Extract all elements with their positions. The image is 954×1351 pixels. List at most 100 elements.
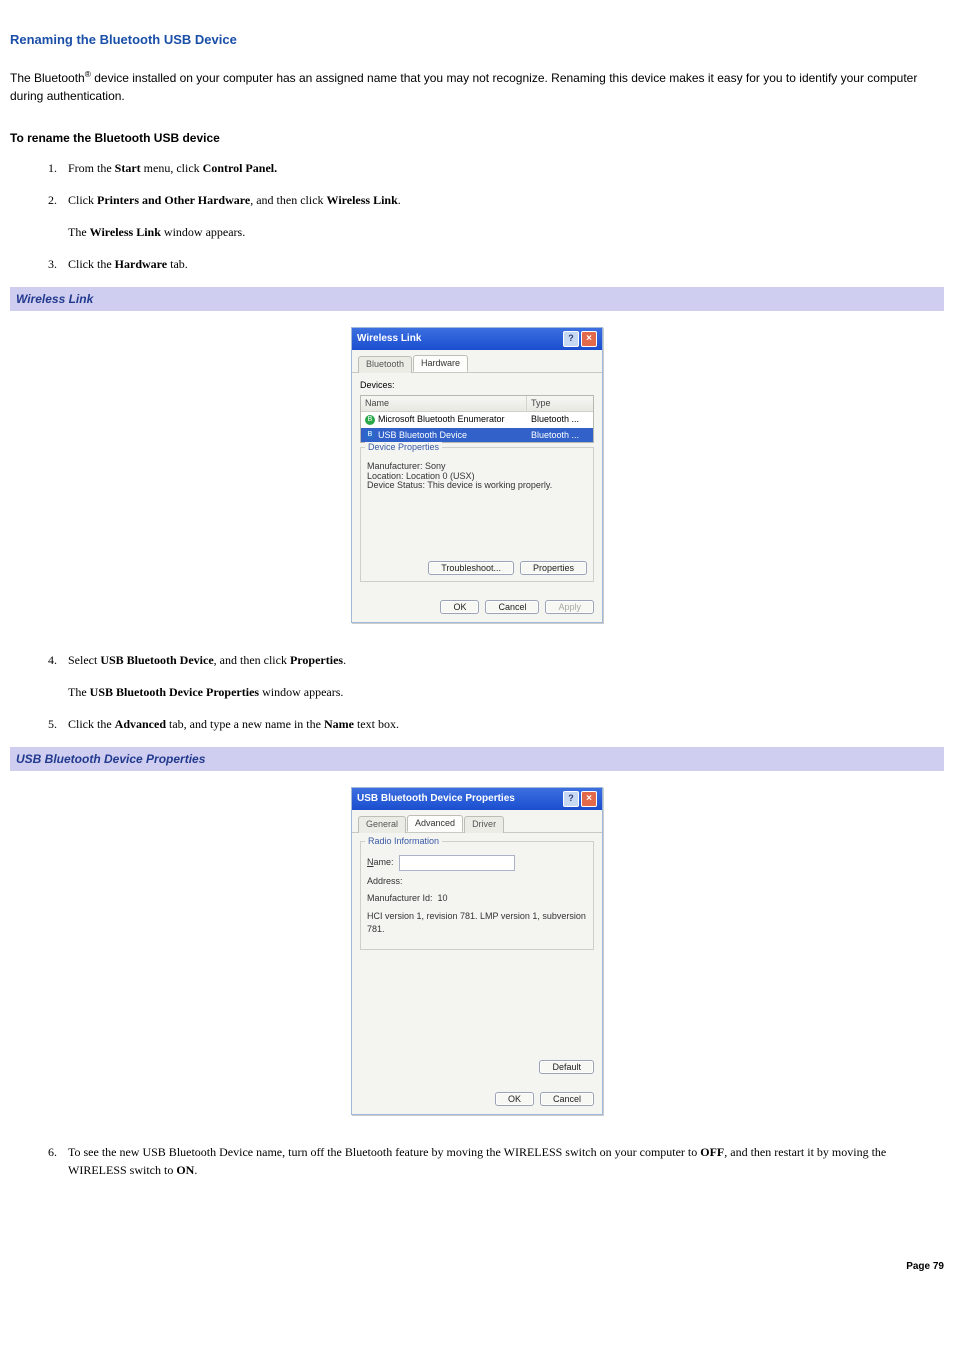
tab-driver[interactable]: Driver: [464, 816, 504, 834]
t: window appears.: [161, 225, 245, 239]
close-button[interactable]: ×: [581, 791, 597, 807]
t: window appears.: [259, 685, 343, 699]
dialog-title: Wireless Link: [357, 331, 421, 346]
t: Wireless Link: [327, 193, 398, 207]
t: Printers and Other Hardware: [97, 193, 250, 207]
step-4: Select USB Bluetooth Device, and then cl…: [60, 651, 944, 701]
bluetooth-icon: B: [365, 415, 375, 425]
cancel-button[interactable]: Cancel: [485, 600, 539, 614]
properties-button[interactable]: Properties: [520, 561, 587, 575]
t: Select: [68, 653, 100, 667]
row-name: Microsoft Bluetooth Enumerator: [378, 413, 528, 427]
usb-bt-properties-dialog: USB Bluetooth Device Properties ? × Gene…: [351, 787, 603, 1115]
step-4-sub: The USB Bluetooth Device Properties wind…: [68, 683, 944, 701]
t: , and then click: [250, 193, 326, 207]
t: text box.: [354, 717, 399, 731]
t: USB Bluetooth Device Properties: [90, 685, 259, 699]
group-legend: Device Properties: [365, 442, 442, 452]
intro-text-b: device installed on your computer has an…: [10, 71, 917, 103]
t: USB Bluetooth Device: [100, 653, 213, 667]
t: The: [68, 225, 90, 239]
manufacturer-id-label: Manufacturer Id:: [367, 892, 433, 906]
t: Hardware: [115, 257, 167, 271]
tab-advanced[interactable]: Advanced: [407, 815, 463, 833]
wireless-link-dialog: Wireless Link ? × Bluetooth Hardware Dev…: [351, 327, 603, 623]
name-input[interactable]: [399, 855, 515, 871]
step-1: From the Start menu, click Control Panel…: [60, 159, 944, 177]
troubleshoot-button[interactable]: Troubleshoot...: [428, 561, 514, 575]
step-6: To see the new USB Bluetooth Device name…: [60, 1143, 944, 1179]
status-line: Device Status: This device is working pr…: [367, 479, 587, 493]
figure-1-caption: Wireless Link: [10, 287, 944, 311]
t: Wireless Link: [90, 225, 161, 239]
ok-button[interactable]: OK: [495, 1092, 534, 1106]
radio-information-group: Radio Information Name: Address: Manufac…: [360, 841, 594, 950]
t: .: [343, 653, 346, 667]
t: The: [68, 685, 90, 699]
row-name: USB Bluetooth Device: [378, 429, 528, 443]
help-button[interactable]: ?: [563, 331, 579, 347]
name-label: Name:: [367, 856, 394, 870]
intro-paragraph: The Bluetooth® device installed on your …: [10, 68, 944, 105]
apply-button[interactable]: Apply: [545, 600, 594, 614]
intro-text-a: The Bluetooth: [10, 71, 85, 85]
list-header: Name Type: [361, 396, 593, 413]
group-legend: Radio Information: [365, 836, 442, 846]
t: tab.: [167, 257, 188, 271]
list-item[interactable]: B USB Bluetooth Device Bluetooth ...: [361, 428, 593, 443]
t: Advanced: [115, 717, 166, 731]
devices-list[interactable]: Name Type B Microsoft Bluetooth Enumerat…: [360, 395, 594, 443]
t: menu, click: [141, 161, 203, 175]
tab-strip: General Advanced Driver: [352, 810, 602, 834]
t: .: [398, 193, 401, 207]
t: , and then click: [214, 653, 290, 667]
step-5: Click the Advanced tab, and type a new n…: [60, 715, 944, 733]
device-properties-group: Device Properties Manufacturer: Sony Loc…: [360, 447, 594, 582]
cancel-button[interactable]: Cancel: [540, 1092, 594, 1106]
t: tab, and type a new name in the: [166, 717, 324, 731]
t: .: [194, 1163, 197, 1177]
t: From the: [68, 161, 115, 175]
row-type: Bluetooth ...: [531, 429, 589, 443]
address-label: Address:: [367, 875, 403, 889]
ok-button[interactable]: OK: [440, 600, 479, 614]
t: ON: [176, 1163, 194, 1177]
t: Click the: [68, 257, 115, 271]
row-type: Bluetooth ...: [531, 413, 589, 427]
page-title: Renaming the Bluetooth USB Device: [10, 30, 944, 50]
dialog-button-row: OK Cancel Apply: [352, 594, 602, 622]
help-button[interactable]: ?: [563, 791, 579, 807]
dialog-button-row: OK Cancel: [352, 1086, 602, 1114]
tab-strip: Bluetooth Hardware: [352, 350, 602, 374]
step-2-sub: The Wireless Link window appears.: [68, 223, 944, 241]
tab-general[interactable]: General: [358, 816, 406, 834]
dialog-titlebar[interactable]: Wireless Link ? ×: [352, 328, 602, 350]
figure-2-caption: USB Bluetooth Device Properties: [10, 747, 944, 771]
t: Click the: [68, 717, 115, 731]
dialog-titlebar[interactable]: USB Bluetooth Device Properties ? ×: [352, 788, 602, 810]
close-button[interactable]: ×: [581, 331, 597, 347]
procedure-subhead: To rename the Bluetooth USB device: [10, 129, 944, 147]
manufacturer-id-value: 10: [438, 892, 448, 906]
t: Name: [324, 717, 354, 731]
hci-line: HCI version 1, revision 781. LMP version…: [367, 910, 587, 937]
bluetooth-icon: B: [365, 430, 375, 440]
tab-hardware[interactable]: Hardware: [413, 355, 468, 373]
step-2: Click Printers and Other Hardware, and t…: [60, 191, 944, 241]
dialog-title: USB Bluetooth Device Properties: [357, 791, 515, 806]
step-3: Click the Hardware tab.: [60, 255, 944, 273]
page-number: Page 79: [10, 1259, 944, 1274]
t: To see the new USB Bluetooth Device name…: [68, 1145, 700, 1159]
u: N: [367, 857, 374, 867]
t: OFF: [700, 1145, 724, 1159]
tab-bluetooth[interactable]: Bluetooth: [358, 356, 412, 374]
col-type[interactable]: Type: [527, 396, 593, 412]
default-button[interactable]: Default: [539, 1060, 594, 1074]
list-item[interactable]: B Microsoft Bluetooth Enumerator Bluetoo…: [361, 412, 593, 428]
t: Control Panel.: [203, 161, 277, 175]
t: Click: [68, 193, 97, 207]
t: Start: [115, 161, 141, 175]
devices-label: Devices:: [360, 379, 594, 393]
t: Properties: [290, 653, 343, 667]
col-name[interactable]: Name: [361, 396, 527, 412]
